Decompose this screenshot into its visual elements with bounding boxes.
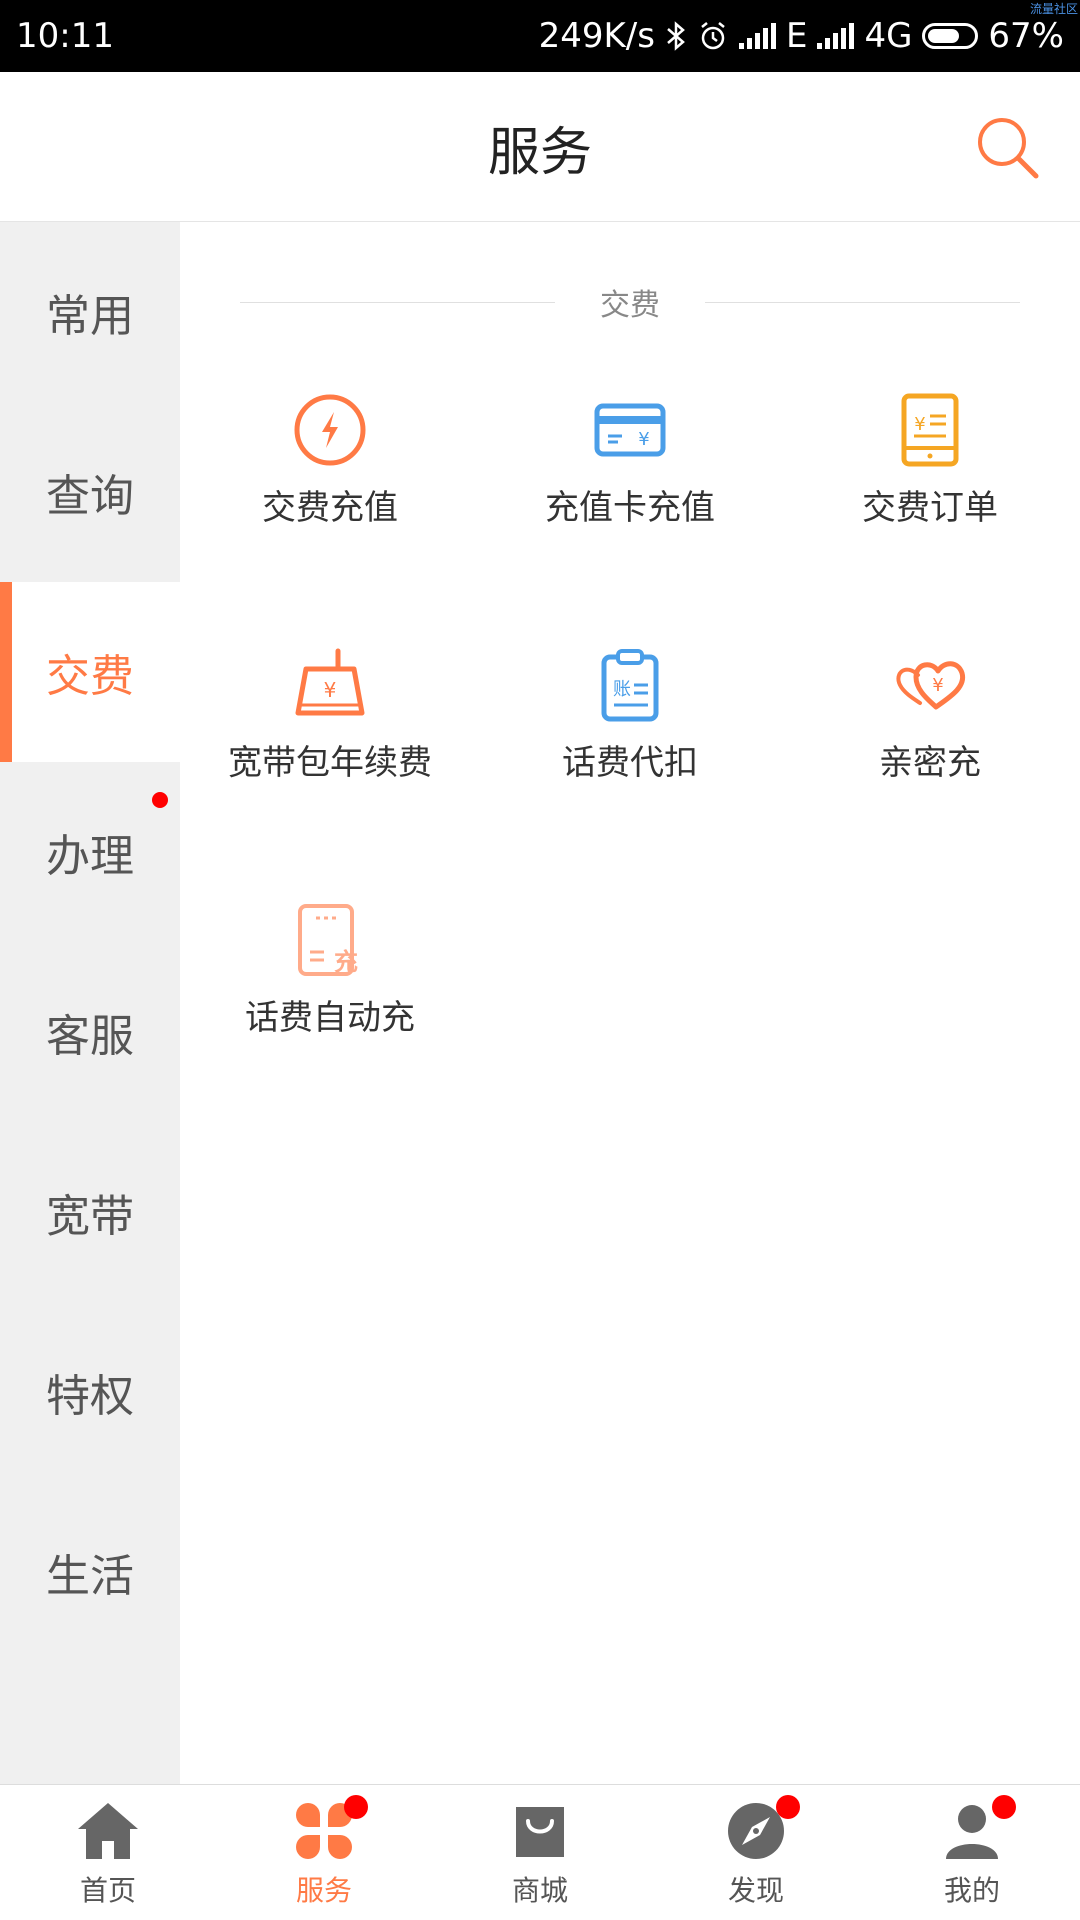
sidebar-item-broadband[interactable]: 宽带 [0, 1122, 180, 1302]
svg-text:¥: ¥ [324, 678, 337, 702]
tile-label: 充值卡充值 [545, 488, 715, 528]
tile-label: 交费订单 [862, 488, 998, 528]
tile-label: 话费代扣 [562, 743, 698, 783]
nav-label: 发现 [727, 1874, 784, 1907]
divider [240, 301, 555, 303]
tile-pay-order[interactable]: ¥ 交费订单 [780, 392, 1080, 552]
sidebar-item-label: 常用 [46, 291, 134, 342]
svg-text:¥: ¥ [932, 675, 943, 696]
notification-badge [344, 1795, 368, 1819]
tile-auto-recharge[interactable]: 充 话费自动充 [180, 902, 480, 1062]
auto-charge-icon: 充 [298, 904, 358, 976]
tile-pay-recharge[interactable]: 交费充值 [180, 392, 480, 552]
sidebar-item-service[interactable]: 客服 [0, 942, 180, 1122]
battery-level: 67% [988, 16, 1064, 56]
tile-label: 宽带包年续费 [228, 743, 432, 783]
nav-label: 我的 [943, 1874, 1000, 1907]
sidebar-item-query[interactable]: 查询 [0, 402, 180, 582]
sidebar-item-privilege[interactable]: 特权 [0, 1302, 180, 1482]
order-icon: ¥ [901, 393, 959, 467]
status-bar: 10:11 249K/s E 4G 67% 流量社区 [0, 0, 1080, 72]
shopping-bag-icon [516, 1807, 564, 1857]
status-time: 10:11 [16, 16, 114, 56]
nav-service[interactable]: 服务 [216, 1785, 432, 1920]
sidebar-item-label: 查询 [46, 471, 134, 522]
clipboard-icon: 账 [601, 649, 659, 722]
tile-label: 话费自动充 [245, 998, 415, 1038]
network-speed: 249K/s [538, 16, 655, 56]
router-icon: ¥ [295, 648, 365, 716]
sidebar-item-label: 交费 [46, 651, 134, 702]
signal-icon-2 [817, 23, 855, 49]
header: 服务 [0, 72, 1080, 222]
notification-dot [152, 792, 168, 808]
content-panel: 交费 交费充值 ¥ 充值卡充值 ¥ 交费订单 ¥ 宽带包年续费 账 话费代扣 ¥… [180, 222, 1080, 1784]
sidebar-item-label: 办理 [46, 831, 134, 882]
home-icon [78, 1803, 138, 1859]
section-header: 交费 [240, 282, 1020, 323]
svg-text:¥: ¥ [638, 429, 649, 450]
tile-label: 亲密充 [879, 743, 981, 783]
nav-mine[interactable]: 我的 [864, 1785, 1080, 1920]
svg-text:充: 充 [334, 948, 358, 976]
notification-badge [776, 1795, 800, 1819]
bottom-nav: 首页 服务 商城 发现 我的 [0, 1784, 1080, 1920]
svg-text:¥: ¥ [914, 414, 925, 435]
page-title: 服务 [487, 122, 592, 183]
sidebar-item-life[interactable]: 生活 [0, 1482, 180, 1662]
sidebar-item-common[interactable]: 常用 [0, 222, 180, 402]
tile-auto-deduct[interactable]: 账 话费代扣 [480, 647, 780, 807]
tile-card-recharge[interactable]: ¥ 充值卡充值 [480, 392, 780, 552]
sidebar: 常用 查询 交费 办理 客服 宽带 特权 生活 [0, 222, 180, 1784]
nav-label: 服务 [295, 1874, 352, 1907]
battery-icon [922, 23, 979, 49]
signal-icon [738, 23, 776, 49]
tile-label: 交费充值 [262, 488, 398, 528]
section-title: 交费 [600, 288, 660, 323]
nav-label: 商城 [511, 1874, 568, 1907]
watermark: 流量社区 [1029, 2, 1078, 16]
tile-broadband-renew[interactable]: ¥ 宽带包年续费 [180, 647, 480, 807]
sidebar-item-label: 特权 [46, 1371, 134, 1422]
notification-badge [992, 1795, 1016, 1819]
alarm-icon [701, 22, 725, 50]
nav-discover[interactable]: 发现 [648, 1785, 864, 1920]
sidebar-item-label: 客服 [46, 1011, 134, 1062]
divider [705, 301, 1020, 303]
sidebar-item-label: 宽带 [46, 1191, 134, 1242]
tile-intimate-charge[interactable]: ¥ 亲密充 [780, 647, 1080, 807]
nav-mall[interactable]: 商城 [432, 1785, 648, 1920]
network-type-4g: 4G [864, 16, 913, 56]
search-icon[interactable] [974, 114, 1044, 184]
status-indicators: 249K/s E 4G 67% [539, 16, 1064, 56]
nav-label: 首页 [79, 1874, 136, 1907]
hearts-icon: ¥ [896, 661, 966, 710]
bolt-circle-icon [294, 394, 366, 466]
svg-text:账: 账 [613, 679, 631, 700]
network-type-e: E [785, 16, 808, 56]
bluetooth-icon [667, 21, 685, 51]
nav-home[interactable]: 首页 [0, 1785, 216, 1920]
sidebar-item-handle[interactable]: 办理 [0, 762, 180, 942]
sidebar-item-payment[interactable]: 交费 [0, 582, 180, 762]
card-icon: ¥ [594, 403, 666, 457]
sidebar-item-label: 生活 [46, 1551, 134, 1602]
